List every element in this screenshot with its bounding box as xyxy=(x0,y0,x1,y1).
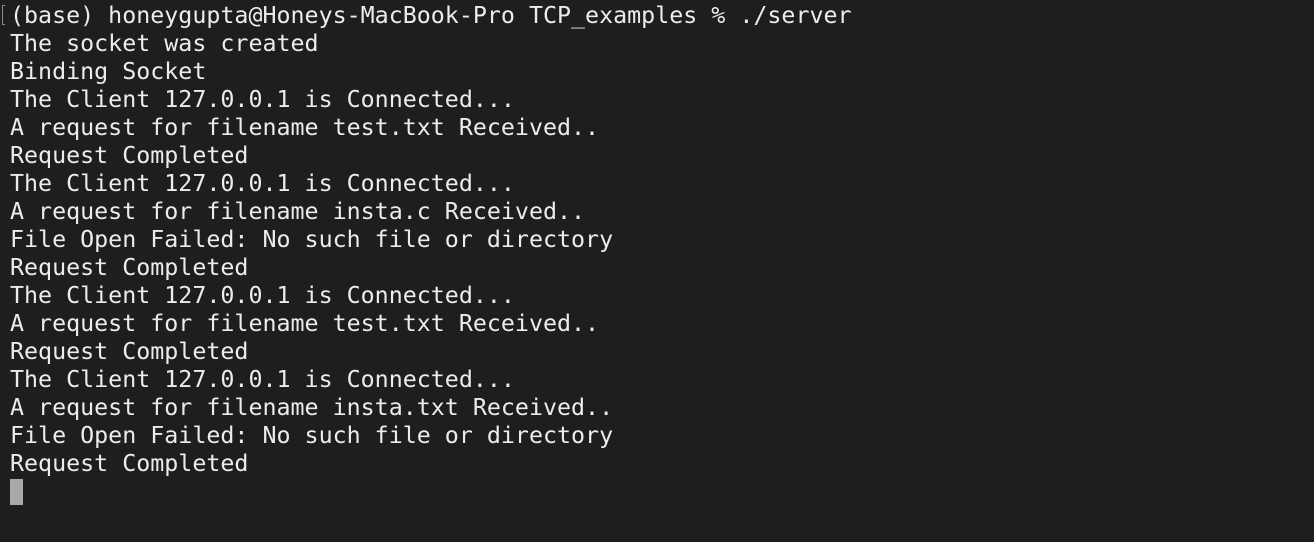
mark-bracket-icon xyxy=(2,5,5,25)
text-cursor xyxy=(10,479,23,505)
output-line: A request for filename test.txt Received… xyxy=(10,114,600,141)
output-line: The Client 127.0.0.1 is Connected... xyxy=(10,282,515,309)
output-line: Request Completed xyxy=(10,254,249,281)
terminal-window[interactable]: (base) honeygupta@Honeys-MacBook-Pro TCP… xyxy=(0,0,1314,542)
output-line: File Open Failed: No such file or direct… xyxy=(10,226,614,253)
output-line: The Client 127.0.0.1 is Connected... xyxy=(10,366,515,393)
output-line: Request Completed xyxy=(10,338,249,365)
output-line: File Open Failed: No such file or direct… xyxy=(10,422,614,449)
output-line: Request Completed xyxy=(10,142,249,169)
output-line: The Client 127.0.0.1 is Connected... xyxy=(10,86,515,113)
prompt-line: (base) honeygupta@Honeys-MacBook-Pro TCP… xyxy=(10,2,852,29)
output-line: Request Completed xyxy=(10,450,249,477)
output-line: A request for filename insta.c Received.… xyxy=(10,198,586,225)
output-line: The socket was created xyxy=(10,30,319,57)
output-line: Binding Socket xyxy=(10,58,207,85)
output-line: A request for filename insta.txt Receive… xyxy=(10,394,614,421)
output-line: A request for filename test.txt Received… xyxy=(10,310,600,337)
output-line: The Client 127.0.0.1 is Connected... xyxy=(10,170,515,197)
